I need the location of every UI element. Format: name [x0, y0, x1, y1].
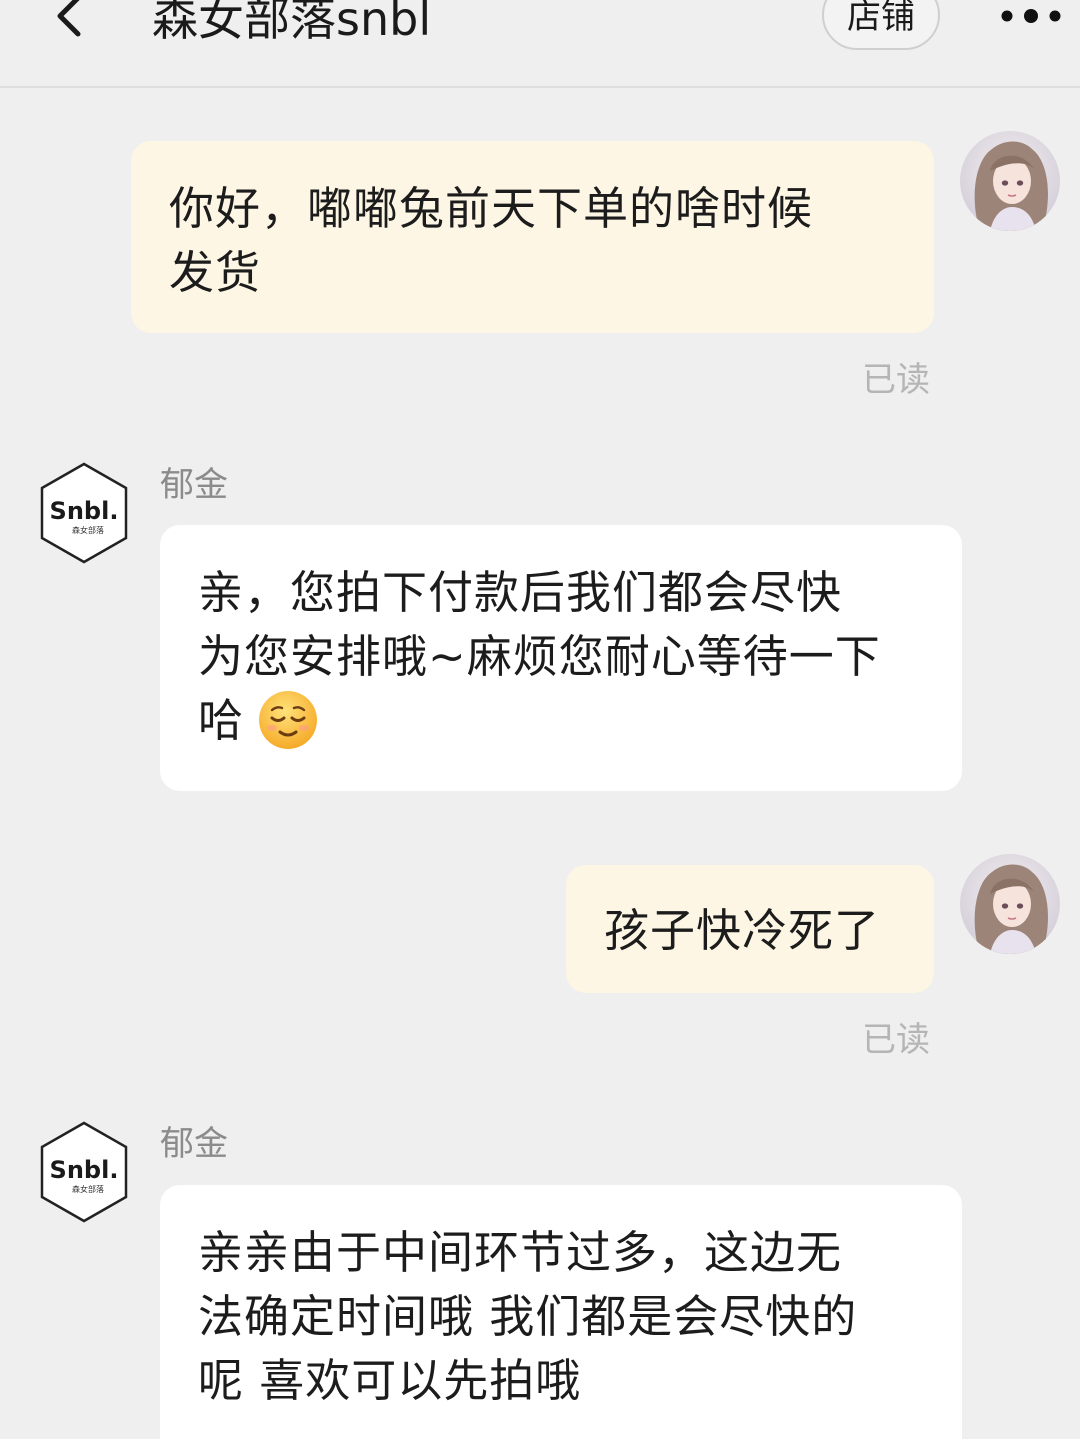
message-text-line: 哈	[198, 694, 245, 747]
relieved-face-emoji	[259, 691, 318, 749]
read-status: 已读	[862, 360, 930, 400]
message-text-line: 呢 喜欢可以先拍哦	[198, 1354, 582, 1407]
svg-text:森女部落: 森女部落	[72, 1184, 104, 1194]
message-bubble-incoming[interactable]: 亲亲由于中间环节过多，这边无 法确定时间哦 我们都是会尽快的 呢 喜欢可以先拍哦	[160, 1185, 962, 1439]
message-text-line: 发货	[169, 246, 262, 299]
sender-name: 郁金	[160, 1124, 228, 1164]
message-bubble-outgoing[interactable]: 你好，嘟嘟兔前天下单的啥时候 发货	[131, 141, 934, 333]
more-dots-icon[interactable]	[998, 2, 1064, 28]
message-text-line: 你好，嘟嘟兔前天下单的啥时候	[169, 182, 814, 235]
message-text-line: 亲亲由于中间环节过多，这边无	[198, 1226, 843, 1279]
message-text-line: 法确定时间哦 我们都是会尽快的	[198, 1290, 858, 1343]
svg-text:Snbl.: Snbl.	[50, 497, 119, 525]
store-button[interactable]: 店铺	[822, 0, 940, 50]
svg-text:Snbl.: Snbl.	[50, 1156, 119, 1184]
chevron-left-icon[interactable]	[44, 0, 94, 42]
read-status: 已读	[862, 1020, 930, 1060]
message-text-line: 为您安排哦~麻烦您耐心等待一下	[198, 630, 881, 683]
user-avatar[interactable]	[960, 854, 1060, 954]
sender-name: 郁金	[160, 465, 228, 505]
user-avatar[interactable]	[960, 131, 1060, 231]
message-text-line: 亲，您拍下付款后我们都会尽快	[198, 566, 843, 619]
message-bubble-incoming[interactable]: 亲，您拍下付款后我们都会尽快 为您安排哦~麻烦您耐心等待一下 哈	[160, 525, 962, 791]
chat-header: 森女部落snbl 店铺	[0, 0, 1080, 88]
shop-avatar[interactable]: Snbl. 森女部落	[38, 1120, 130, 1224]
chat-title: 森女部落snbl	[152, 0, 432, 46]
svg-text:森女部落: 森女部落	[72, 525, 104, 535]
message-text-line-with-emoji: 哈	[198, 689, 962, 753]
shop-avatar[interactable]: Snbl. 森女部落	[38, 461, 130, 565]
message-text-line: 孩子快冷死了	[604, 904, 881, 957]
message-bubble-outgoing[interactable]: 孩子快冷死了	[566, 865, 934, 993]
